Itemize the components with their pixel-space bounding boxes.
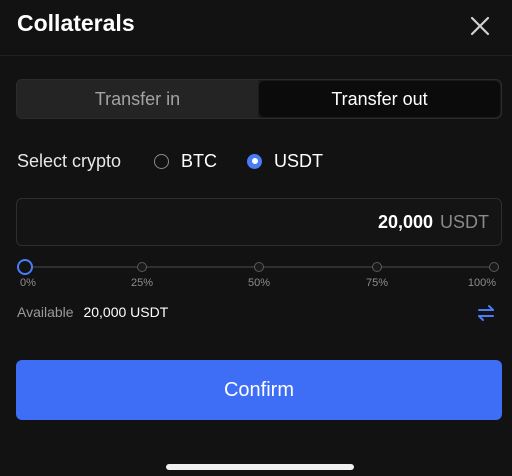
radio-option-btc[interactable]: BTC	[154, 151, 217, 172]
available-value: 20,000 USDT	[83, 304, 169, 320]
radio-usdt[interactable]	[247, 153, 263, 169]
radio-btc[interactable]	[154, 153, 170, 169]
amount-value: 20,000	[377, 211, 433, 232]
home-indicator	[166, 464, 354, 470]
select-crypto-label: Select crypto	[17, 150, 122, 171]
slider-label-0: 0%	[20, 277, 36, 289]
header: Collaterals	[0, 0, 512, 56]
slider-label-25: 25%	[130, 277, 154, 289]
slider-tick-75[interactable]	[372, 262, 382, 272]
tab-transfer-in[interactable]: Transfer in	[17, 80, 258, 118]
crypto-selector: Select crypto BTC USDT	[17, 148, 353, 174]
swap-icon[interactable]	[476, 303, 496, 323]
slider-tick-50[interactable]	[254, 262, 264, 272]
slider-tick-25[interactable]	[137, 262, 147, 272]
transfer-tabs: Transfer in Transfer out	[16, 79, 502, 119]
radio-option-usdt[interactable]: USDT	[247, 151, 323, 172]
close-icon[interactable]	[466, 12, 494, 40]
slider-label-100: 100%	[467, 277, 497, 289]
page-title: Collaterals	[17, 10, 135, 36]
slider-handle[interactable]	[17, 259, 33, 275]
available-balance: Available 20,000 USDT	[17, 304, 168, 320]
radio-label-btc: BTC	[181, 150, 218, 171]
slider-label-50: 50%	[247, 277, 271, 289]
available-label: Available	[17, 304, 74, 320]
amount-slider[interactable]: 0% 25% 50% 75% 100%	[0, 258, 512, 298]
radio-label-usdt: USDT	[274, 150, 324, 171]
slider-tick-100[interactable]	[489, 262, 499, 272]
amount-input[interactable]: 20,000 USDT	[16, 198, 502, 246]
confirm-button[interactable]: Confirm	[16, 360, 502, 420]
tab-transfer-out[interactable]: Transfer out	[259, 81, 500, 117]
amount-unit: USDT	[440, 211, 489, 232]
slider-label-75: 75%	[365, 277, 389, 289]
